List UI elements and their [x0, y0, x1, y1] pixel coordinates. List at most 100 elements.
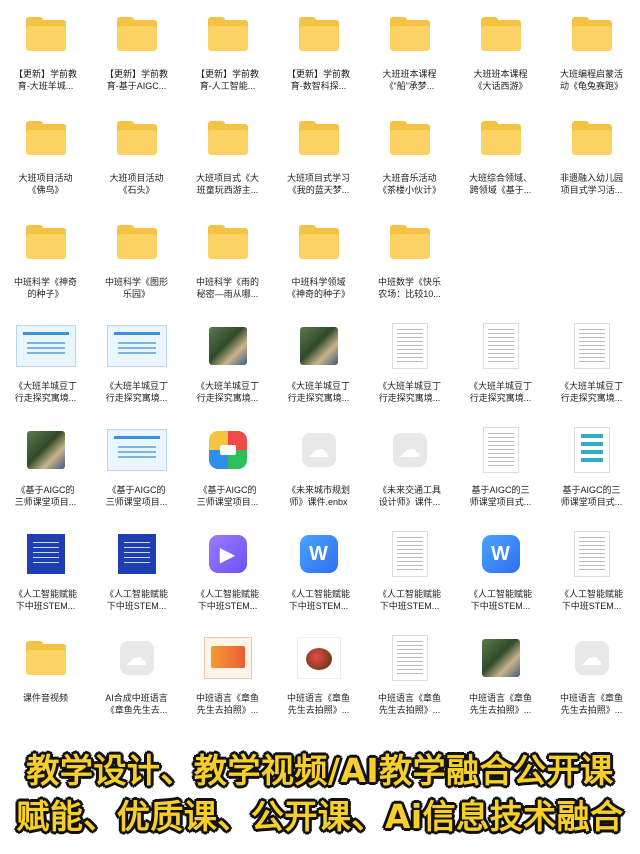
file-item[interactable]: 基于AIGC的三 师课堂项目式...	[546, 424, 637, 528]
file-item[interactable]: 课件音视频	[0, 632, 91, 736]
file-item[interactable]: 【更新】学前教 育-人工智能...	[182, 8, 273, 112]
folder-icon	[116, 225, 157, 259]
folder-icon	[207, 121, 248, 155]
file-name: 中班科学《图形 乐园》	[104, 277, 168, 299]
file-name: 非遗融入幼儿园 项目式学习活...	[559, 173, 623, 195]
photo-thumbnail	[26, 431, 65, 469]
file-item[interactable]: 《大班羊城豆丁 行走探究寓境...	[273, 320, 364, 424]
file-item[interactable]: 《大班羊城豆丁 行走探究寓境...	[182, 320, 273, 424]
slide-thumbnail	[15, 325, 76, 367]
file-thumbnail	[16, 424, 76, 476]
file-item[interactable]: 《人工智能赋能 下中班STEM...	[364, 528, 455, 632]
file-item[interactable]: 中班科学领域 《神奇的种子》	[273, 216, 364, 320]
file-item[interactable]: 大班项目式《大 班童玩西游主...	[182, 112, 273, 216]
file-item[interactable]: 《大班羊城豆丁 行走探究寓境...	[364, 320, 455, 424]
file-item[interactable]: 基于AIGC的三 师课堂项目式...	[455, 424, 546, 528]
file-thumbnail	[289, 112, 349, 164]
file-item[interactable]: 中班科学《图形 乐园》	[91, 216, 182, 320]
folder-icon	[298, 121, 339, 155]
file-name: 中班数学《快乐 农场：比较10...	[377, 277, 441, 299]
document-thumbnail	[573, 323, 610, 369]
file-thumbnail	[471, 320, 531, 372]
file-item[interactable]: 《大班羊城豆丁 行走探究寓境...	[0, 320, 91, 424]
file-name: 大班项目式学习 《我的蓝天梦...	[286, 173, 350, 195]
file-name: 《大班羊城豆丁 行走探究寓境...	[13, 381, 77, 403]
file-name: 中班科学《神奇 的种子》	[13, 277, 77, 299]
file-item[interactable]: ☁ 《未来城市规划 师》课件.enbx	[273, 424, 364, 528]
document-thumbnail	[26, 534, 65, 574]
file-name: 大班班本课程 《“船”承梦...	[382, 69, 437, 91]
file-item[interactable]: 大班项目活动 《佛鸟》	[0, 112, 91, 216]
file-name: 《大班羊城豆丁 行走探究寓境...	[104, 381, 168, 403]
folder-icon	[389, 225, 430, 259]
file-item[interactable]: 大班综合领域、 跨领域《基于...	[455, 112, 546, 216]
file-item[interactable]: 大班音乐活动 《茶楼小伙计》	[364, 112, 455, 216]
photo-thumbnail	[481, 639, 520, 677]
file-item[interactable]: ☁ AI合成中班语言 《章鱼先生去...	[91, 632, 182, 736]
file-item[interactable]: 大班项目活动 《石头》	[91, 112, 182, 216]
file-item[interactable]: 《基于AIGC的 三师课堂项目...	[182, 424, 273, 528]
file-item[interactable]: 大班项目式学习 《我的蓝天梦...	[273, 112, 364, 216]
file-item[interactable]: 中班科学《神奇 的种子》	[0, 216, 91, 320]
file-name: 大班音乐活动 《茶楼小伙计》	[377, 173, 441, 195]
file-item[interactable]: 非遗融入幼儿园 项目式学习活...	[546, 112, 637, 216]
document-thumbnail	[117, 534, 156, 574]
document-thumbnail	[573, 531, 610, 577]
file-thumbnail	[562, 528, 622, 580]
file-item[interactable]: ▶ 《人工智能赋能 下中班STEM...	[182, 528, 273, 632]
file-thumbnail	[289, 632, 349, 684]
file-item[interactable]: 中班数学《快乐 农场：比较10...	[364, 216, 455, 320]
file-item[interactable]: 《大班羊城豆丁 行走探究寓境...	[455, 320, 546, 424]
file-thumbnail	[471, 112, 531, 164]
cloud-icon: ☁	[574, 641, 609, 675]
file-item[interactable]: 中班语言《章鱼 先生去拍照》...	[364, 632, 455, 736]
file-item[interactable]: 中班语言《章鱼 先生去拍照》...	[455, 632, 546, 736]
file-thumbnail	[198, 216, 258, 268]
file-name: 《人工智能赋能 下中班STEM...	[286, 589, 350, 611]
file-item[interactable]: 《大班羊城豆丁 行走探究寓境...	[546, 320, 637, 424]
file-item[interactable]: ☁ 中班语言《章鱼 先生去拍照》...	[546, 632, 637, 736]
file-name: 《大班羊城豆丁 行走探究寓境...	[468, 381, 532, 403]
file-name: 【更新】学前教 育-人工智能...	[195, 69, 259, 91]
folder-icon	[389, 17, 430, 51]
file-row: 《大班羊城豆丁 行走探究寓境... 《大班羊城豆丁 行走探究寓境... 《大班羊城豆…	[0, 320, 640, 424]
file-item[interactable]: W 《人工智能赋能 下中班STEM...	[455, 528, 546, 632]
file-item[interactable]: 《基于AIGC的 三师课堂项目...	[91, 424, 182, 528]
file-thumbnail: ☁	[380, 424, 440, 476]
slide-thumbnail	[106, 429, 167, 471]
file-item[interactable]: 【更新】学前教 育-基于AIGC...	[91, 8, 182, 112]
file-item[interactable]: 大班班本课程 《“船”承梦...	[364, 8, 455, 112]
file-item[interactable]: 《基于AIGC的 三师课堂项目...	[0, 424, 91, 528]
file-name: 中班科学领域 《神奇的种子》	[286, 277, 350, 299]
folder-icon	[571, 121, 612, 155]
infographic-thumbnail	[573, 427, 610, 473]
file-name: 《基于AIGC的 三师课堂项目...	[196, 485, 259, 507]
file-item[interactable]: 《人工智能赋能 下中班STEM...	[546, 528, 637, 632]
file-item[interactable]: 【更新】学前教 育-大班羊城...	[0, 8, 91, 112]
video-play-icon: ▶	[208, 535, 247, 573]
file-name: 《人工智能赋能 下中班STEM...	[195, 589, 259, 611]
file-name: 中班语言《章鱼 先生去拍照》...	[468, 693, 532, 715]
file-row: 中班科学《神奇 的种子》 中班科学《图形 乐园》 中班科学《雨的 秘密—雨从哪...…	[0, 216, 640, 320]
file-thumbnail: ▶	[198, 528, 258, 580]
file-item[interactable]: 大班班本课程 《大话西游》	[455, 8, 546, 112]
file-thumbnail	[562, 320, 622, 372]
file-item[interactable]: ☁ 《未来交通工具 设计师》课件...	[364, 424, 455, 528]
file-item[interactable]: 《人工智能赋能 下中班STEM...	[0, 528, 91, 632]
file-thumbnail: ☁	[107, 632, 167, 684]
cloud-icon: ☁	[119, 641, 154, 675]
file-thumbnail	[562, 112, 622, 164]
file-item[interactable]: 中班语言《章鱼 先生去拍照》...	[182, 632, 273, 736]
file-grid: 【更新】学前教 育-大班羊城... 【更新】学前教 育-基于AIGC... 【更新】…	[0, 8, 640, 736]
file-thumbnail	[16, 112, 76, 164]
file-item[interactable]: 《人工智能赋能 下中班STEM...	[91, 528, 182, 632]
file-item[interactable]: 大班编程启蒙活 动《龟兔赛跑》	[546, 8, 637, 112]
file-name: 《人工智能赋能 下中班STEM...	[13, 589, 77, 611]
file-item[interactable]: 中班科学《雨的 秘密—雨从哪...	[182, 216, 273, 320]
file-item[interactable]: 《大班羊城豆丁 行走探究寓境...	[91, 320, 182, 424]
file-name: 中班语言《章鱼 先生去拍照》...	[195, 693, 259, 715]
file-thumbnail	[471, 8, 531, 60]
file-item[interactable]: 中班语言《章鱼 先生去拍照》...	[273, 632, 364, 736]
file-item[interactable]: W 《人工智能赋能 下中班STEM...	[273, 528, 364, 632]
file-item[interactable]: 【更新】学前教 育-数智科探...	[273, 8, 364, 112]
